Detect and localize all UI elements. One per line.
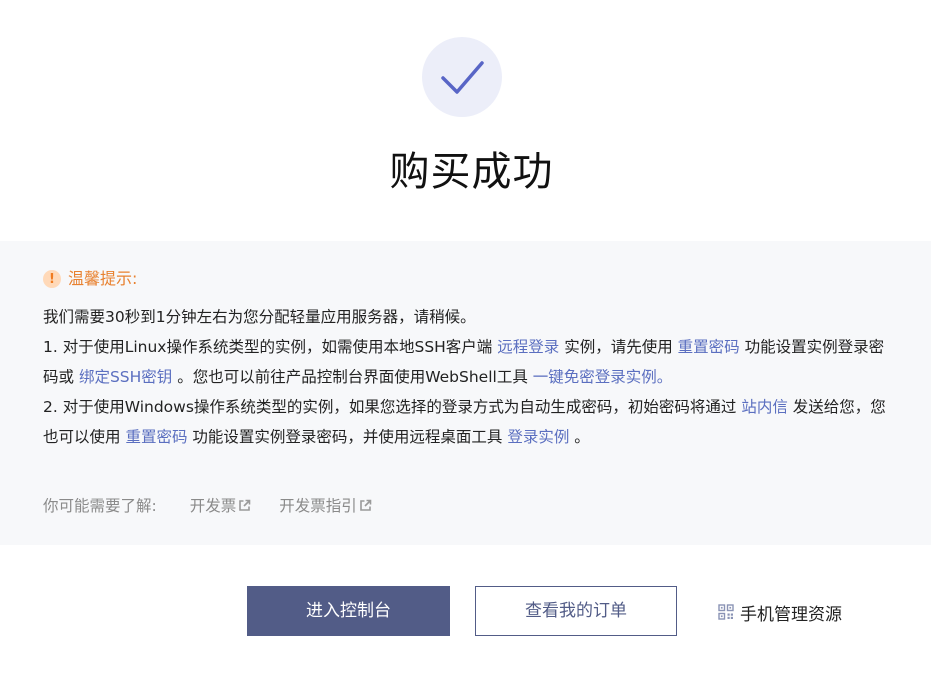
external-link-icon xyxy=(239,499,251,511)
page-title: 购买成功 xyxy=(389,149,554,195)
tips-item-linux: 1. 对于使用Linux操作系统类型的实例，如需使用本地SSH客户端 远程登录 … xyxy=(43,332,888,392)
success-checkmark xyxy=(422,37,502,117)
resources-label: 你可能需要了解: xyxy=(43,497,157,515)
tips-text: 。您也可以前往产品控制台界面使用WebShell工具 xyxy=(172,368,533,386)
bind-ssh-key-link[interactable]: 绑定SSH密钥 xyxy=(79,368,172,386)
tips-text: 实例，请先使用 xyxy=(559,338,678,356)
remote-login-link[interactable]: 远程登录 xyxy=(497,338,559,356)
tips-title: 温馨提示: xyxy=(68,269,138,288)
tips-header: ! 温馨提示: xyxy=(43,269,137,289)
tips-text: 。 xyxy=(569,428,590,446)
tips-text: 2. 对于使用Windows操作系统类型的实例，如果您选择的登录方式为自动生成密… xyxy=(43,398,742,416)
invoice-guide-link-label: 开发票指引 xyxy=(279,497,357,515)
tips-body: 我们需要30秒到1分钟左右为您分配轻量应用服务器，请稍候。 1. 对于使用Lin… xyxy=(43,302,888,452)
invoice-link[interactable]: 开发票 xyxy=(190,494,252,516)
enter-console-button[interactable]: 进入控制台 xyxy=(247,586,450,636)
checkmark-icon xyxy=(441,61,484,94)
tips-text: 1. 对于使用Linux操作系统类型的实例，如需使用本地SSH客户端 xyxy=(43,338,498,356)
view-orders-button[interactable]: 查看我的订单 xyxy=(475,586,677,636)
invoice-guide-link[interactable]: 开发票指引 xyxy=(279,494,372,516)
tips-panel: ! 温馨提示: 我们需要30秒到1分钟左右为您分配轻量应用服务器，请稍候。 1.… xyxy=(0,241,931,545)
mobile-manage-link[interactable]: 手机管理资源 xyxy=(718,600,842,625)
tips-line-wait: 我们需要30秒到1分钟左右为您分配轻量应用服务器，请稍候。 xyxy=(43,308,476,326)
qr-code-icon xyxy=(718,604,734,620)
tips-text: 功能设置实例登录密码，并使用远程桌面工具 xyxy=(187,428,508,446)
exclamation-icon: ! xyxy=(43,270,61,288)
external-link-icon xyxy=(359,499,372,511)
login-instance-link[interactable]: 登录实例 xyxy=(507,428,569,446)
one-click-login-link[interactable]: 一键免密登录实例。 xyxy=(533,368,673,386)
site-message-link[interactable]: 站内信 xyxy=(741,398,788,416)
reset-password-link[interactable]: 重置密码 xyxy=(678,338,740,356)
resources-row: 你可能需要了解: 开发票 开发票指引 xyxy=(43,493,400,517)
invoice-link-label: 开发票 xyxy=(189,497,237,515)
mobile-manage-label: 手机管理资源 xyxy=(740,604,842,625)
reset-password-link-2[interactable]: 重置密码 xyxy=(125,428,187,446)
tips-item-windows: 2. 对于使用Windows操作系统类型的实例，如果您选择的登录方式为自动生成密… xyxy=(43,392,888,452)
